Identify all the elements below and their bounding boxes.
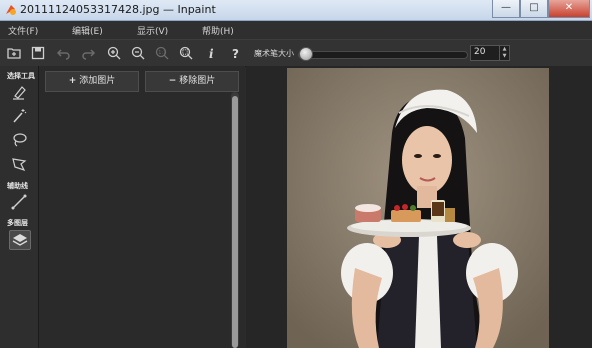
add-image-button[interactable]: + 添加图片: [45, 71, 139, 92]
menu-view[interactable]: 显示(V): [137, 24, 168, 37]
toolbar: 1:1 i ? 魔术笔大小 20 ▲ ▼: [0, 39, 592, 67]
brush-size-slider[interactable]: [298, 51, 468, 59]
scrollbar-thumb[interactable]: [232, 96, 238, 348]
magic-wand-icon[interactable]: [9, 107, 29, 125]
brush-size-slider-handle[interactable]: [299, 47, 313, 61]
svg-text:?: ?: [232, 47, 239, 61]
brush-size-value: 20: [474, 47, 486, 57]
zoom-out-icon[interactable]: [130, 45, 146, 61]
undo-icon[interactable]: [56, 45, 72, 61]
add-image-label: 添加图片: [79, 76, 116, 86]
layers-tool[interactable]: [9, 230, 31, 250]
app-icon: [6, 5, 16, 15]
guide-line-icon[interactable]: [9, 193, 29, 211]
minus-icon: −: [168, 76, 177, 86]
redo-icon[interactable]: [80, 45, 96, 61]
maximize-button[interactable]: □: [520, 0, 548, 18]
title-bar: 20111124053317428.jpg — Inpaint — □ ✕: [0, 0, 592, 21]
image-list-panel: + 添加图片 − 移除图片: [39, 66, 245, 348]
save-icon[interactable]: [30, 45, 46, 61]
remove-image-button[interactable]: − 移除图片: [145, 71, 239, 92]
zoom-in-icon[interactable]: [106, 45, 122, 61]
tools-panel: 选择工具 辅助线 多图层: [0, 66, 39, 348]
zoom-fit-icon[interactable]: [178, 45, 194, 61]
brush-size-spinbox[interactable]: 20 ▲ ▼: [470, 45, 510, 61]
menu-file[interactable]: 文件(F): [8, 24, 38, 37]
plus-icon: +: [68, 76, 77, 86]
open-folder-icon[interactable]: [6, 45, 22, 61]
guides-label: 辅助线: [7, 182, 28, 190]
multilayer-label: 多图层: [7, 219, 28, 227]
lasso-icon[interactable]: [9, 131, 29, 149]
spin-arrows[interactable]: ▲ ▼: [499, 46, 509, 60]
svg-text:1:1: 1:1: [158, 50, 166, 56]
brush-size-label: 魔术笔大小: [254, 49, 294, 58]
layers-icon: [12, 234, 28, 246]
svg-text:i: i: [209, 47, 214, 61]
zoom-actual-size-icon[interactable]: 1:1: [154, 45, 170, 61]
remove-image-label: 移除图片: [179, 76, 216, 86]
polygonal-lasso-icon[interactable]: [9, 155, 29, 173]
selection-tools-label: 选择工具: [7, 72, 35, 80]
help-icon[interactable]: ?: [228, 45, 244, 61]
menu-edit[interactable]: 编辑(E): [72, 24, 103, 37]
photo[interactable]: [287, 68, 549, 348]
minimize-button[interactable]: —: [492, 0, 520, 18]
info-icon[interactable]: i: [203, 45, 219, 61]
window-title: 20111124053317428.jpg — Inpaint: [20, 3, 216, 16]
menu-help[interactable]: 帮助(H): [202, 24, 234, 37]
close-button[interactable]: ✕: [548, 0, 590, 18]
marker-tool-icon[interactable]: [9, 83, 29, 101]
menu-bar: 文件(F) 编辑(E) 显示(V) 帮助(H): [0, 21, 592, 39]
